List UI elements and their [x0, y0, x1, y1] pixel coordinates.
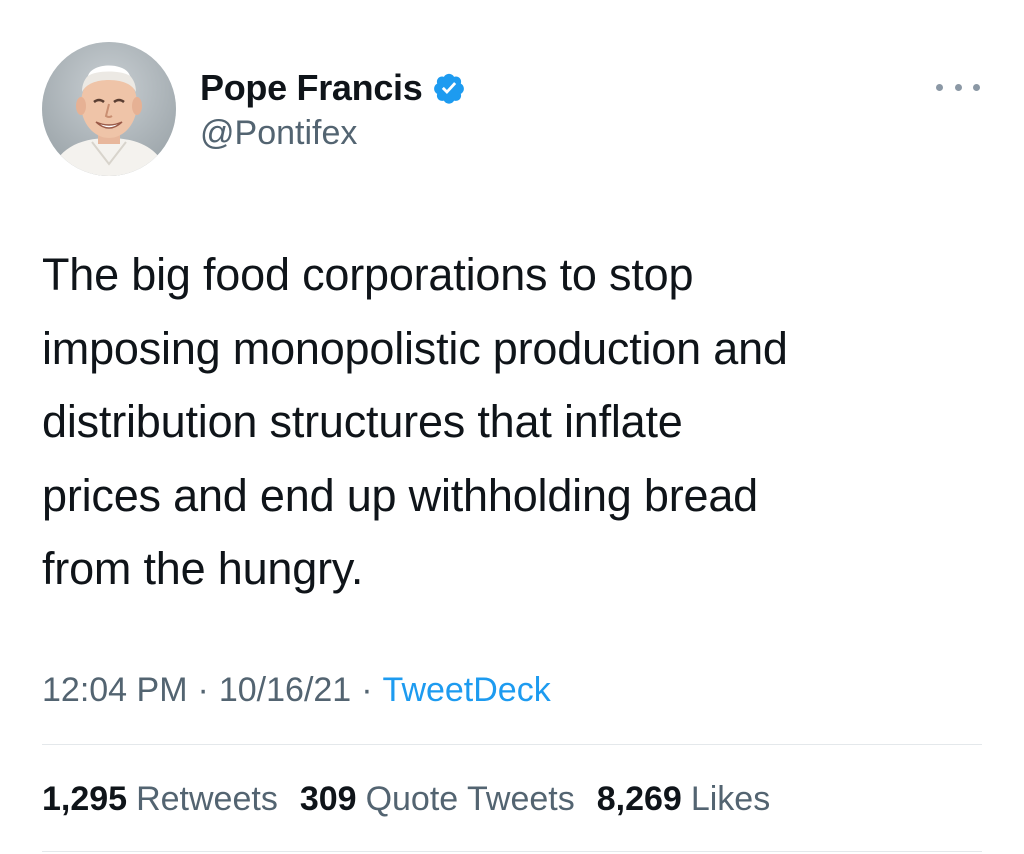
- author-name[interactable]: Pope Francis: [200, 67, 423, 109]
- divider: [42, 851, 982, 852]
- more-options-button[interactable]: [936, 72, 980, 102]
- retweets-count: 1,295: [42, 779, 128, 818]
- meta-separator: ·: [361, 670, 373, 709]
- more-options-icon-dot: [954, 83, 962, 91]
- quote-tweets-stat[interactable]: 309 Quote Tweets: [300, 780, 575, 819]
- author-name-row: Pope Francis: [200, 66, 466, 110]
- more-options-icon-dot: [973, 83, 980, 91]
- likes-label: Likes: [690, 779, 771, 818]
- tweet-date[interactable]: 10/16/21: [219, 671, 351, 710]
- retweets-stat[interactable]: 1,295 Retweets: [42, 780, 278, 819]
- author-avatar[interactable]: [42, 42, 176, 176]
- quote-tweets-count: 309: [299, 779, 357, 818]
- more-options-icon: [936, 83, 943, 91]
- divider: [42, 744, 982, 745]
- tweet-card: Pope Francis @Pontifex The big food corp…: [0, 0, 1024, 854]
- tweet-source-link[interactable]: TweetDeck: [383, 671, 551, 710]
- tweet-text: The big food corporations to stop imposi…: [42, 249, 788, 594]
- author-handle[interactable]: @Pontifex: [200, 114, 357, 153]
- tweet-meta: 12:04 PM · 10/16/21 · TweetDeck: [42, 662, 551, 718]
- meta-separator: ·: [197, 670, 209, 709]
- tweet-time[interactable]: 12:04 PM: [42, 671, 188, 710]
- likes-stat[interactable]: 8,269 Likes: [597, 780, 770, 819]
- tweet-stats: 1,295 Retweets 309 Quote Tweets 8,269 Li…: [42, 770, 792, 828]
- likes-count: 8,269: [596, 779, 682, 818]
- quote-tweets-label: Quote Tweets: [365, 779, 575, 818]
- pope-portrait-icon: [42, 42, 176, 176]
- verified-badge-icon: [432, 71, 466, 105]
- retweets-label: Retweets: [136, 779, 278, 818]
